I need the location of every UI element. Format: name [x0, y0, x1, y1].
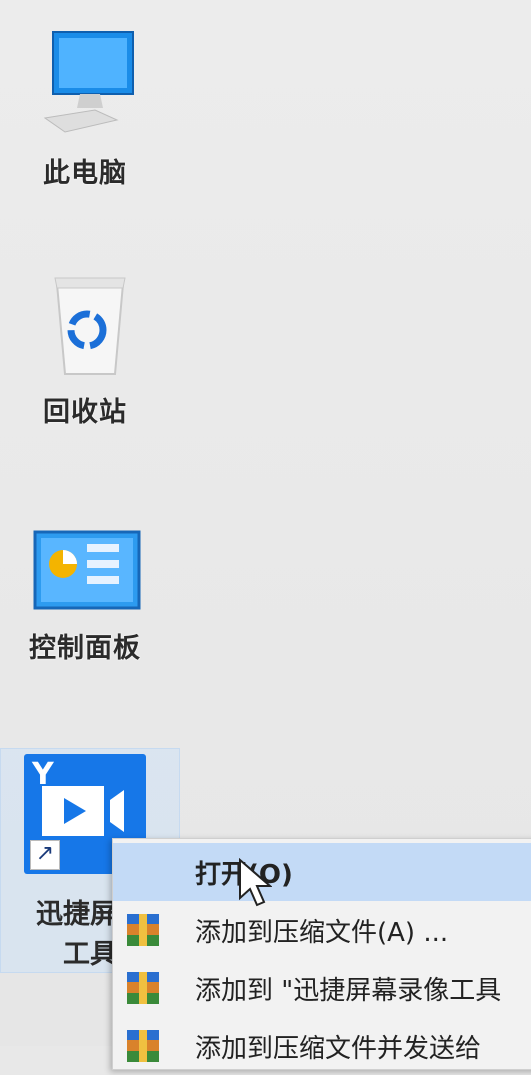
svg-text:Y: Y	[31, 757, 55, 792]
menu-item-label: 添加到压缩文件(A) ...	[195, 917, 449, 948]
desktop-icon-recycle-bin[interactable]: 回收站	[10, 272, 160, 429]
computer-icon	[43, 31, 134, 133]
shortcut-arrow-icon: ↗	[30, 840, 60, 870]
icon-label: 回收站	[43, 397, 127, 428]
menu-item-label: 添加到压缩文件并发送给	[195, 1033, 482, 1064]
desktop[interactable]: 此电脑 回收站 控制面板 Y ↗ 迅捷屏幕 工具 添加到压缩文件(A) ... …	[0, 0, 531, 1070]
menu-item-add-to-named-archive[interactable]: 添加到 "迅捷屏幕录像工具	[113, 959, 531, 1017]
icon-label: 此电脑	[43, 158, 127, 189]
menu-item-open[interactable]: 打开(O)	[113, 843, 531, 901]
desktop-icon-this-pc[interactable]: 此电脑	[10, 28, 160, 190]
recycle-bin-icon	[54, 277, 126, 375]
context-menu[interactable]: 打开(O) 添加到压缩文件(A) ... 添加到 "迅捷屏幕录像工具	[112, 838, 531, 1070]
menu-item-label: 添加到 "迅捷屏幕录像工具	[195, 975, 502, 1006]
control-panel-icon	[33, 530, 141, 610]
winrar-archive-icon	[127, 972, 159, 1004]
desktop-icon-control-panel[interactable]: 控制面板	[10, 528, 160, 665]
winrar-archive-icon	[127, 914, 159, 946]
menu-item-add-and-send[interactable]: 添加到压缩文件并发送给	[113, 1017, 531, 1075]
winrar-archive-icon	[127, 1030, 159, 1062]
mouse-cursor-icon	[239, 858, 272, 907]
icon-label: 控制面板	[29, 633, 141, 664]
menu-item-add-to-archive[interactable]: 添加到压缩文件(A) ...	[113, 901, 531, 959]
